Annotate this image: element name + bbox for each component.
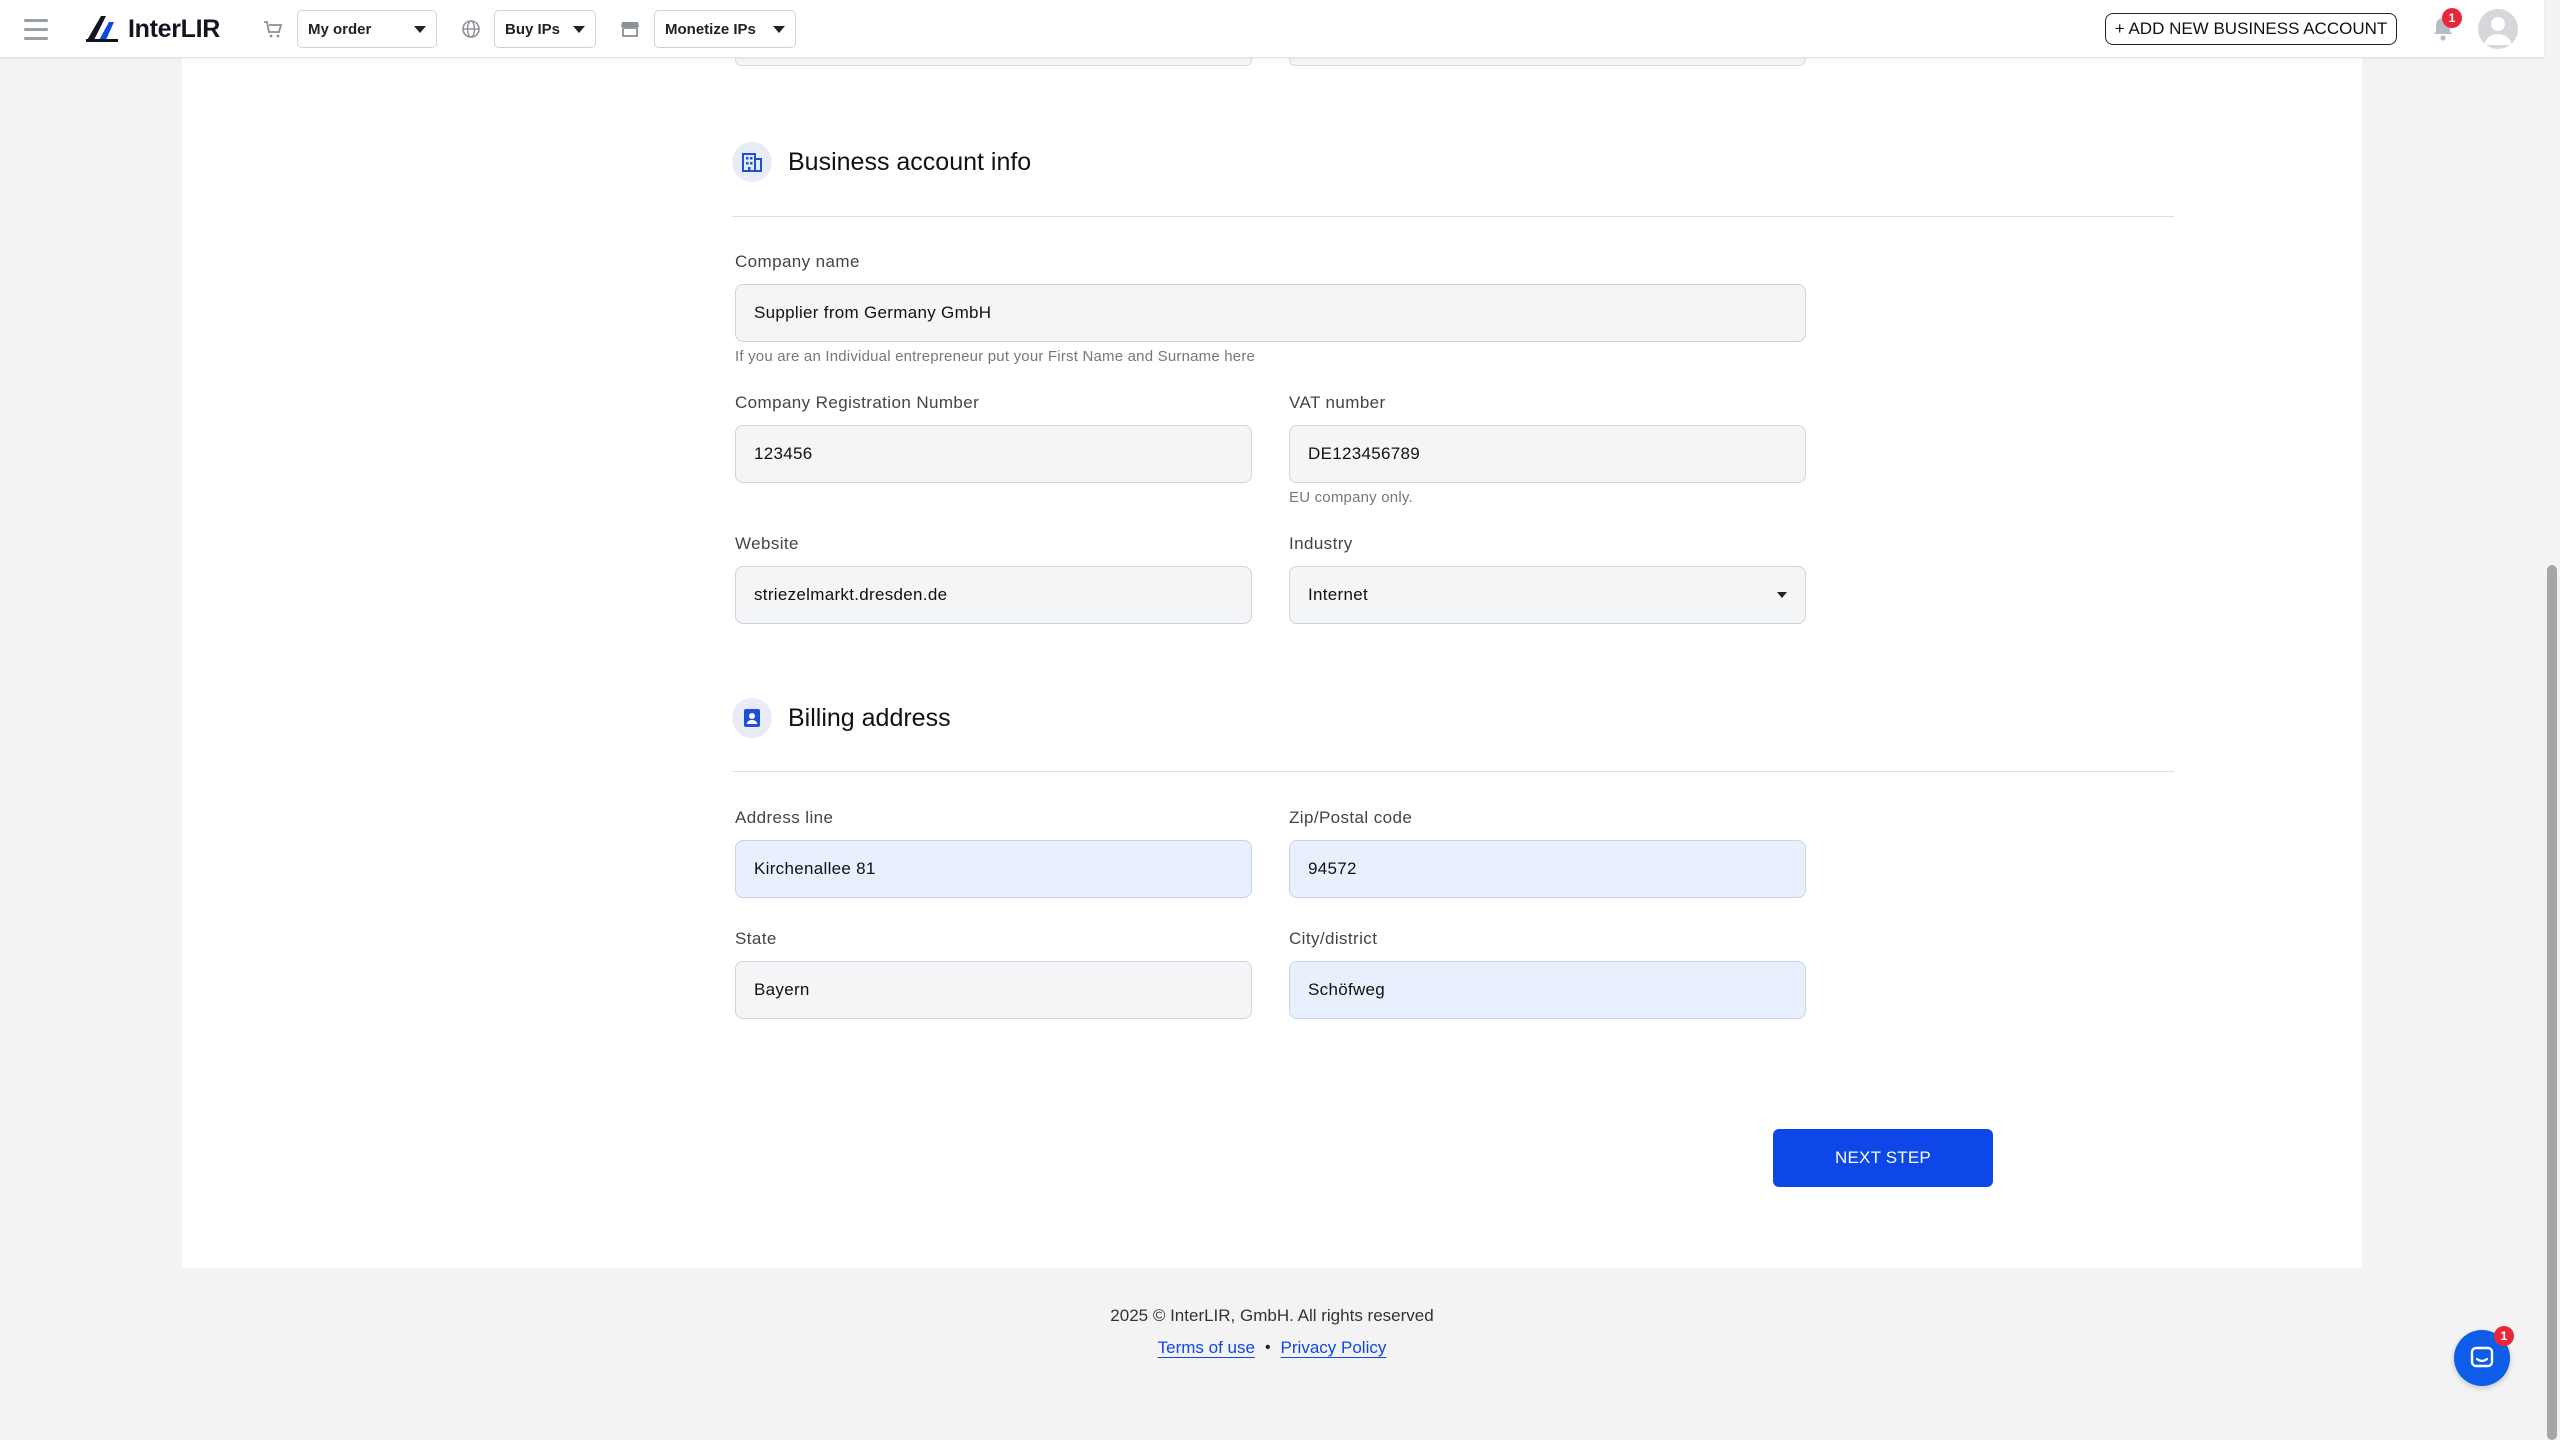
section-title: Business account info <box>788 147 1032 176</box>
zip-code-input[interactable] <box>1289 840 1806 898</box>
footer-links: Terms of use • Privacy Policy <box>0 1338 2544 1358</box>
vat-number-label: VAT number <box>1289 393 1386 412</box>
logo[interactable]: InterLIR <box>84 0 220 58</box>
business-account-section-header: Business account info <box>732 142 1031 182</box>
user-icon <box>2484 17 2512 45</box>
chevron-down-icon <box>414 25 426 33</box>
industry-field: Industry Internet <box>1289 534 1806 624</box>
my-order-label: My order <box>308 20 372 38</box>
billing-address-section-header: Billing address <box>732 698 951 738</box>
section-divider <box>732 771 2174 772</box>
chat-badge: 1 <box>2494 1326 2514 1346</box>
logo-mark-icon <box>86 16 118 42</box>
city-field: City/district <box>1289 929 1806 1019</box>
buy-ips-dropdown[interactable]: Buy IPs <box>494 10 596 48</box>
notification-badge: 1 <box>2442 8 2462 28</box>
store-icon <box>617 0 643 58</box>
terms-of-use-link[interactable]: Terms of use <box>1158 1338 1255 1358</box>
zip-code-field: Zip/Postal code <box>1289 808 1806 898</box>
chevron-down-icon <box>573 25 585 33</box>
zip-code-label: Zip/Postal code <box>1289 808 1413 827</box>
menu-icon[interactable] <box>22 0 50 58</box>
section-title: Billing address <box>788 703 951 732</box>
chevron-down-icon <box>1777 592 1787 598</box>
form-card: Business account info Company name If yo… <box>182 0 2362 1268</box>
notifications-button[interactable]: 1 <box>2428 0 2462 58</box>
vat-number-hint: EU company only. <box>1289 489 1413 506</box>
vat-number-input[interactable] <box>1289 425 1806 483</box>
vat-number-field: VAT number EU company only. <box>1289 393 1806 506</box>
city-input[interactable] <box>1289 961 1806 1019</box>
website-input[interactable] <box>735 566 1252 624</box>
industry-value: Internet <box>1308 585 1369 604</box>
industry-label: Industry <box>1289 534 1353 553</box>
privacy-policy-link[interactable]: Privacy Policy <box>1281 1338 1387 1358</box>
add-business-account-button[interactable]: + ADD NEW BUSINESS ACCOUNT <box>2105 13 2397 45</box>
state-label: State <box>735 929 777 948</box>
city-label: City/district <box>1289 929 1378 948</box>
page-scrollbar[interactable] <box>2544 0 2560 1440</box>
monetize-ips-label: Monetize IPs <box>665 20 756 38</box>
globe-icon <box>458 0 484 58</box>
monetize-ips-dropdown[interactable]: Monetize IPs <box>654 10 796 48</box>
chat-icon <box>2470 1346 2494 1368</box>
company-name-label: Company name <box>735 252 860 271</box>
buy-ips-label: Buy IPs <box>505 20 561 38</box>
company-name-hint: If you are an Individual entrepreneur pu… <box>735 348 1256 365</box>
top-navigation-bar: InterLIR My order Buy IPs Monetize IPs +… <box>0 0 2544 58</box>
state-input[interactable] <box>735 961 1252 1019</box>
footer: 2025 © InterLIR, GmbH. All rights reserv… <box>0 1306 2544 1358</box>
section-divider <box>732 216 2174 217</box>
cart-icon <box>260 0 286 58</box>
company-name-input[interactable] <box>735 284 1806 342</box>
registration-number-input[interactable] <box>735 425 1252 483</box>
next-step-button[interactable]: NEXT STEP <box>1773 1129 1993 1187</box>
my-order-dropdown[interactable]: My order <box>297 10 437 48</box>
company-name-field: Company name If you are an Individual en… <box>735 252 1806 365</box>
address-line-input[interactable] <box>735 840 1252 898</box>
user-avatar[interactable] <box>2478 0 2518 58</box>
copyright-text: 2025 © InterLIR, GmbH. All rights reserv… <box>1110 1306 1434 1325</box>
scrollbar-thumb[interactable] <box>2547 565 2557 1440</box>
building-icon <box>732 142 772 182</box>
website-label: Website <box>735 534 799 553</box>
contact-card-icon <box>732 698 772 738</box>
website-field: Website <box>735 534 1252 624</box>
address-line-field: Address line <box>735 808 1252 898</box>
address-line-label: Address line <box>735 808 834 827</box>
state-field: State <box>735 929 1252 1019</box>
industry-select[interactable]: Internet <box>1289 566 1806 624</box>
registration-number-field: Company Registration Number <box>735 393 1252 483</box>
logo-text: InterLIR <box>128 14 221 43</box>
chat-launcher-button[interactable]: 1 <box>2454 1326 2514 1386</box>
footer-separator: • <box>1264 1339 1271 1356</box>
registration-number-label: Company Registration Number <box>735 393 980 412</box>
chevron-down-icon <box>773 25 785 33</box>
